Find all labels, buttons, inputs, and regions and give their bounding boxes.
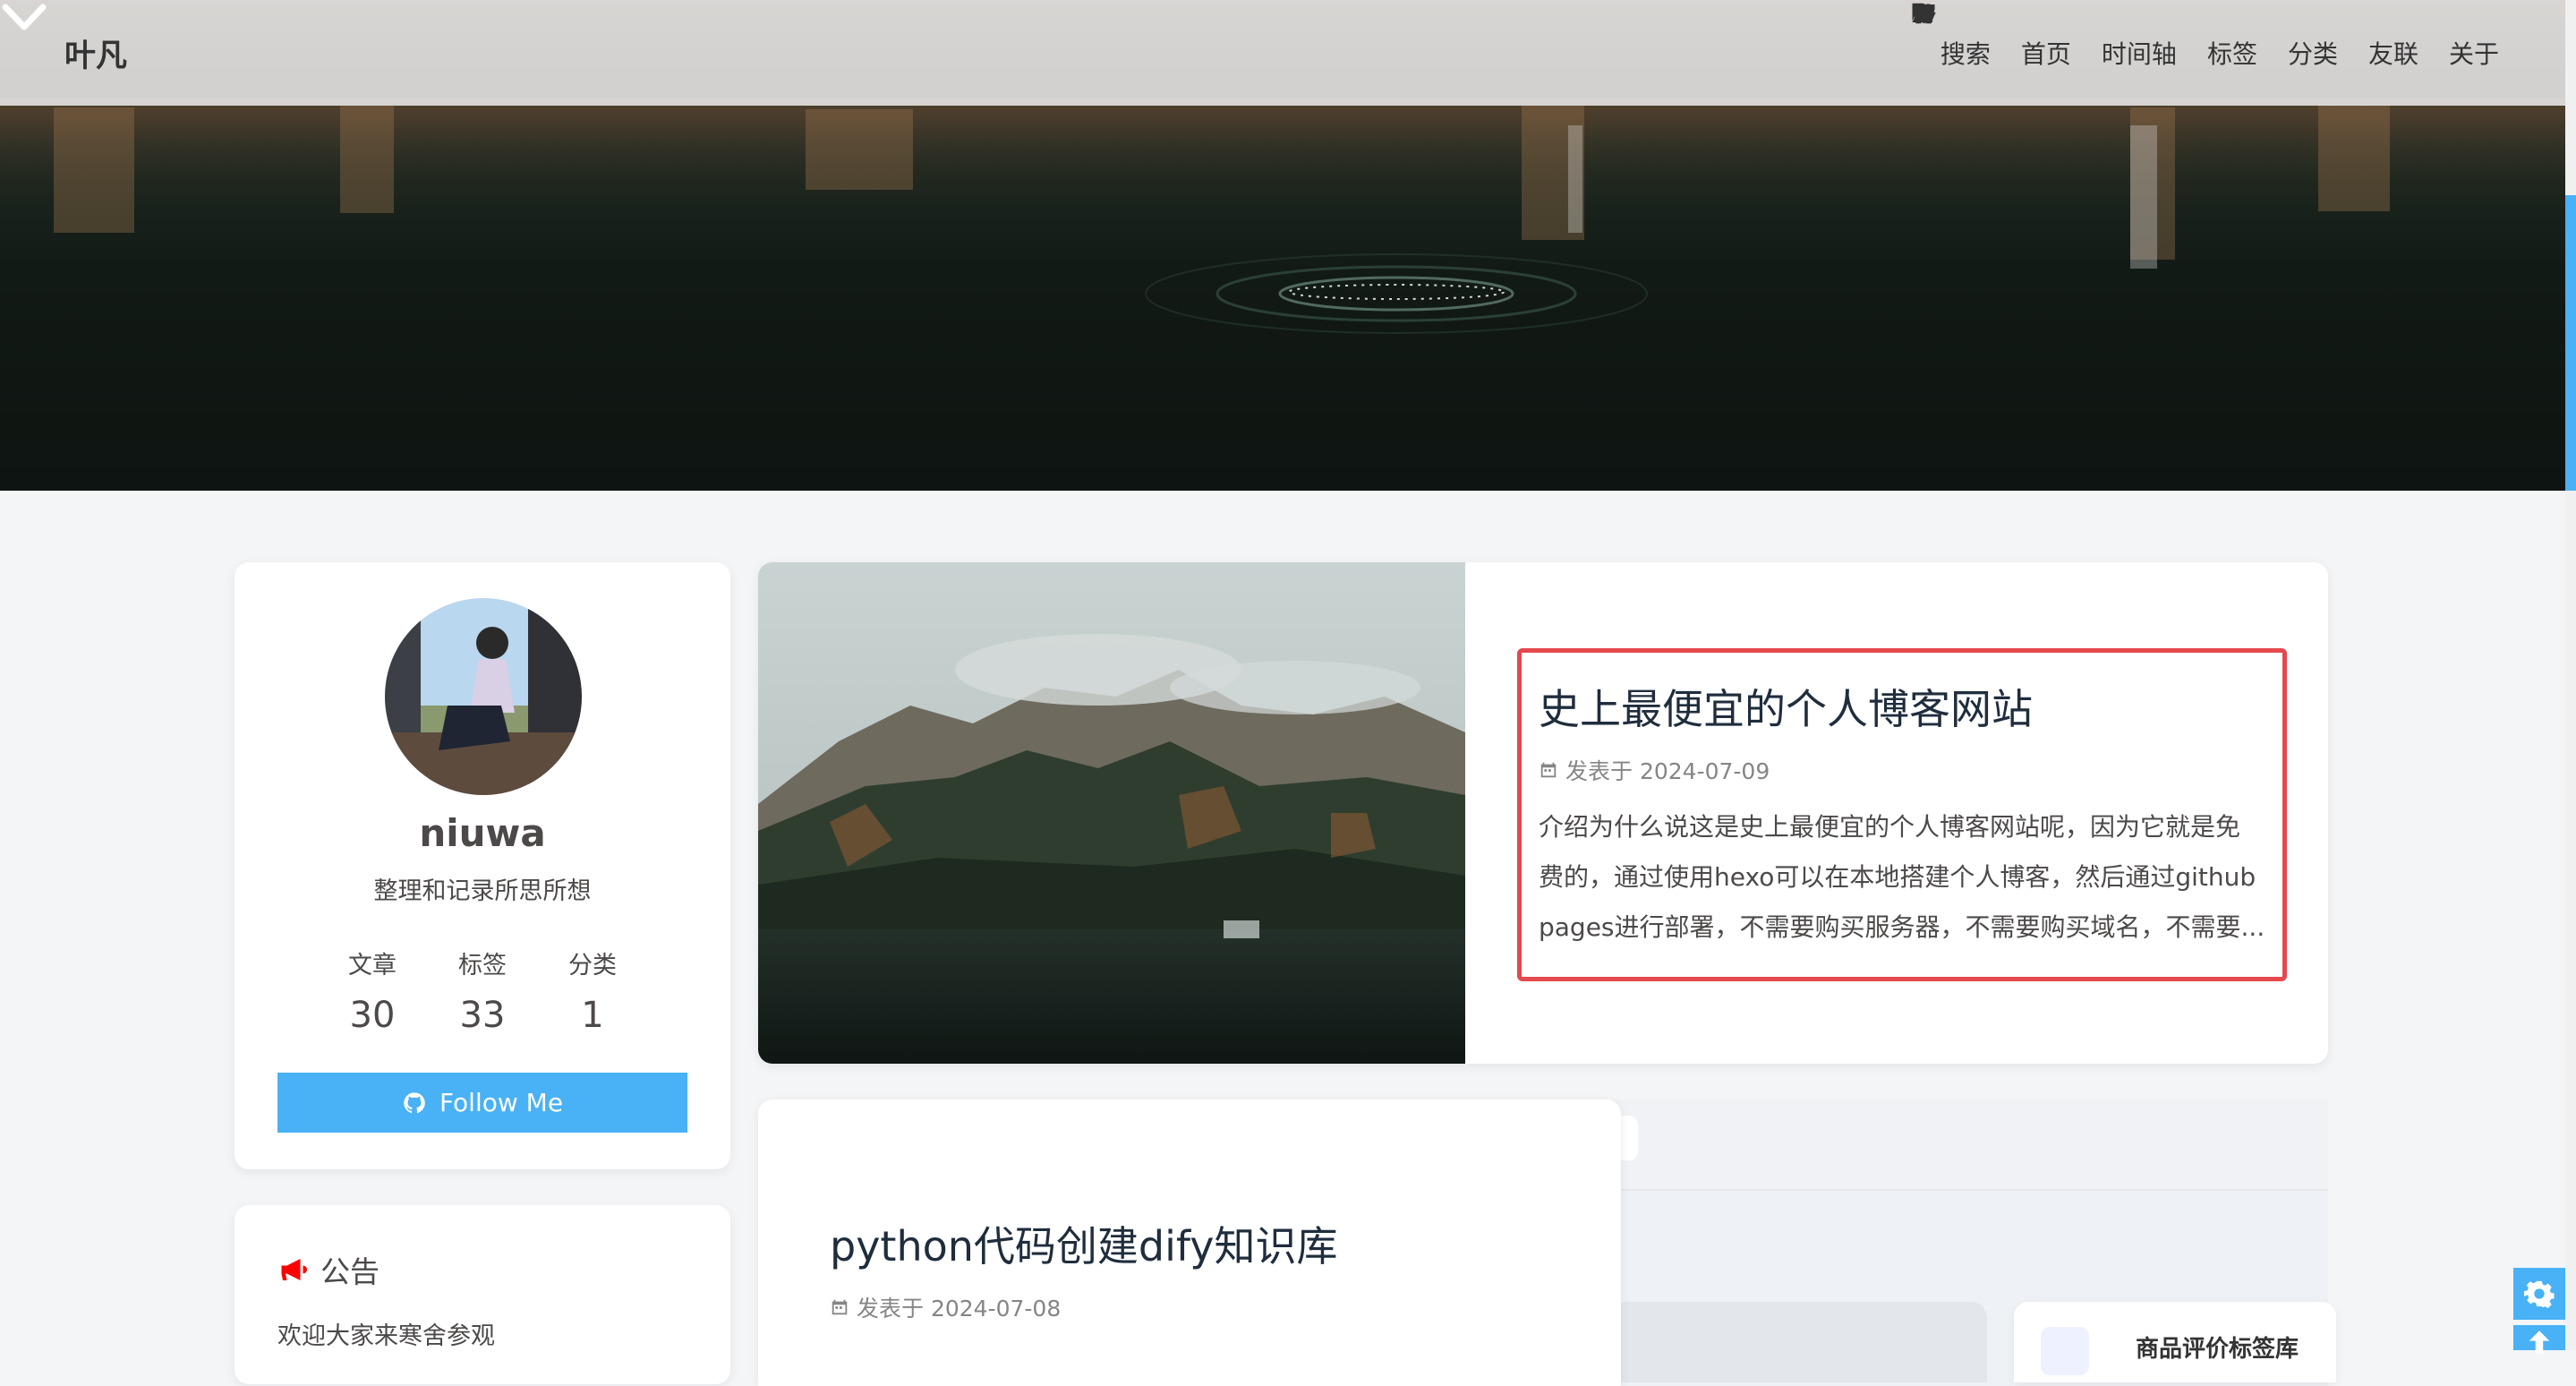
arrow-up-icon bbox=[2529, 1330, 2550, 1354]
chevron-down-icon[interactable] bbox=[0, 0, 48, 36]
post-excerpt-line: pages进行部署，不需要购买服务器，不需要购买域名，不需要... bbox=[1539, 912, 2265, 942]
announcement-title: 公告 bbox=[320, 1254, 380, 1289]
nav-item-search[interactable]: 搜索 bbox=[1913, 3, 1991, 71]
site-title[interactable]: 叶凡 bbox=[64, 30, 127, 76]
calendar-icon bbox=[832, 1299, 848, 1315]
gear-icon bbox=[2524, 1280, 2555, 1309]
nav-item-label: 关于 bbox=[2448, 39, 2499, 69]
post-card: python代码创建dify知识库 发表于 2024-07-08 bbox=[758, 1099, 1621, 1386]
announcement-text: 欢迎大家来寒舍参观 bbox=[277, 1322, 495, 1350]
nav-item-categories[interactable]: 分类 bbox=[1912, 5, 2338, 71]
nav-item-label: 分类 bbox=[2287, 39, 2338, 69]
stat-label: 标签 bbox=[458, 952, 507, 980]
settings-button[interactable] bbox=[2513, 1268, 2565, 1320]
github-icon bbox=[404, 1091, 425, 1113]
post-date: 发表于 2024-07-08 bbox=[857, 1296, 1062, 1322]
post-excerpt-line: 介绍为什么说这是史上最便宜的个人博客网站呢，因为它就是免 bbox=[1539, 812, 2241, 842]
background-card-icon bbox=[2041, 1327, 2089, 1375]
hero-banner: 叶凡 搜索 首页 时间轴 标签 分类 友联 关于 bbox=[0, 0, 2576, 491]
follow-me-label: Follow Me bbox=[439, 1088, 564, 1117]
stat-tags[interactable]: 标签 33 bbox=[429, 945, 536, 1036]
follow-me-button[interactable]: Follow Me bbox=[277, 1073, 687, 1133]
nav-item-friends[interactable]: 友联 bbox=[1916, 6, 2418, 71]
post-cover-image[interactable] bbox=[758, 562, 1465, 1064]
stat-value: 30 bbox=[349, 995, 396, 1036]
background-inner-panel bbox=[1611, 1302, 1987, 1382]
nav-menu: 搜索 首页 时间轴 标签 分类 友联 关于 bbox=[1910, 0, 2499, 106]
calendar-icon bbox=[1540, 762, 1557, 778]
post-card: 史上最便宜的个人博客网站 发表于 2024-07-09 介绍为什么说这是史上最便… bbox=[758, 562, 2328, 1064]
post-title[interactable]: python代码创建dify知识库 bbox=[830, 1214, 1338, 1273]
back-to-top-button[interactable] bbox=[2513, 1325, 2565, 1354]
avatar bbox=[385, 598, 582, 795]
nav-item-label: 标签 bbox=[2206, 39, 2257, 69]
nav-item-tags[interactable]: 标签 bbox=[1912, 3, 2257, 71]
author-description: 整理和记录所思所想 bbox=[373, 877, 592, 905]
nav-item-timeline[interactable]: 时间轴 bbox=[1912, 4, 2177, 71]
nav-item-label: 搜索 bbox=[1940, 39, 1991, 69]
post-title[interactable]: 史上最便宜的个人博客网站 bbox=[1539, 677, 2033, 736]
bullhorn-icon bbox=[281, 1259, 307, 1280]
post-excerpt: 介绍为什么说这是史上最便宜的个人博客网站呢，因为它就是免 费的，通过使用hexo… bbox=[1539, 802, 2265, 953]
stat-articles[interactable]: 文章 30 bbox=[319, 945, 426, 1036]
nav-item-label: 时间轴 bbox=[2101, 39, 2177, 69]
post-meta: 发表于 2024-07-08 bbox=[830, 1291, 1061, 1323]
nav-item-home[interactable]: 首页 bbox=[1912, 3, 2071, 71]
stat-label: 文章 bbox=[348, 952, 397, 980]
stat-label: 分类 bbox=[568, 952, 617, 980]
stat-value: 33 bbox=[459, 995, 506, 1036]
background-tab-strip bbox=[1588, 1099, 2328, 1191]
heart-icon bbox=[1912, 4, 1935, 24]
nav-item-label: 友联 bbox=[2367, 39, 2418, 69]
announcement-card: 公告 欢迎大家来寒舍参观 bbox=[235, 1205, 730, 1384]
scrollbar-thumb[interactable] bbox=[2565, 195, 2576, 491]
stat-value: 1 bbox=[581, 995, 604, 1036]
background-card-title: 商品评价标签库 bbox=[2136, 1336, 2299, 1363]
post-date: 发表于 2024-07-09 bbox=[1565, 758, 1770, 784]
background-card: 商品评价标签库 bbox=[2014, 1302, 2336, 1382]
author-name: niuwa bbox=[419, 811, 546, 855]
nav-item-about[interactable]: 关于 bbox=[1912, 4, 2499, 71]
stat-categories[interactable]: 分类 1 bbox=[539, 945, 646, 1036]
nav-item-label: 首页 bbox=[2020, 39, 2071, 69]
announcement-heading: 公告 bbox=[277, 1248, 380, 1291]
author-card: niuwa 整理和记录所思所想 文章 30 标签 33 分类 1 Follow … bbox=[235, 562, 730, 1169]
post-meta: 发表于 2024-07-09 bbox=[1539, 754, 1770, 786]
navbar: 叶凡 搜索 首页 时间轴 标签 分类 友联 关于 bbox=[0, 0, 2576, 106]
post-excerpt-line: 费的，通过使用hexo可以在本地搭建个人博客，然后通过github bbox=[1539, 862, 2256, 892]
